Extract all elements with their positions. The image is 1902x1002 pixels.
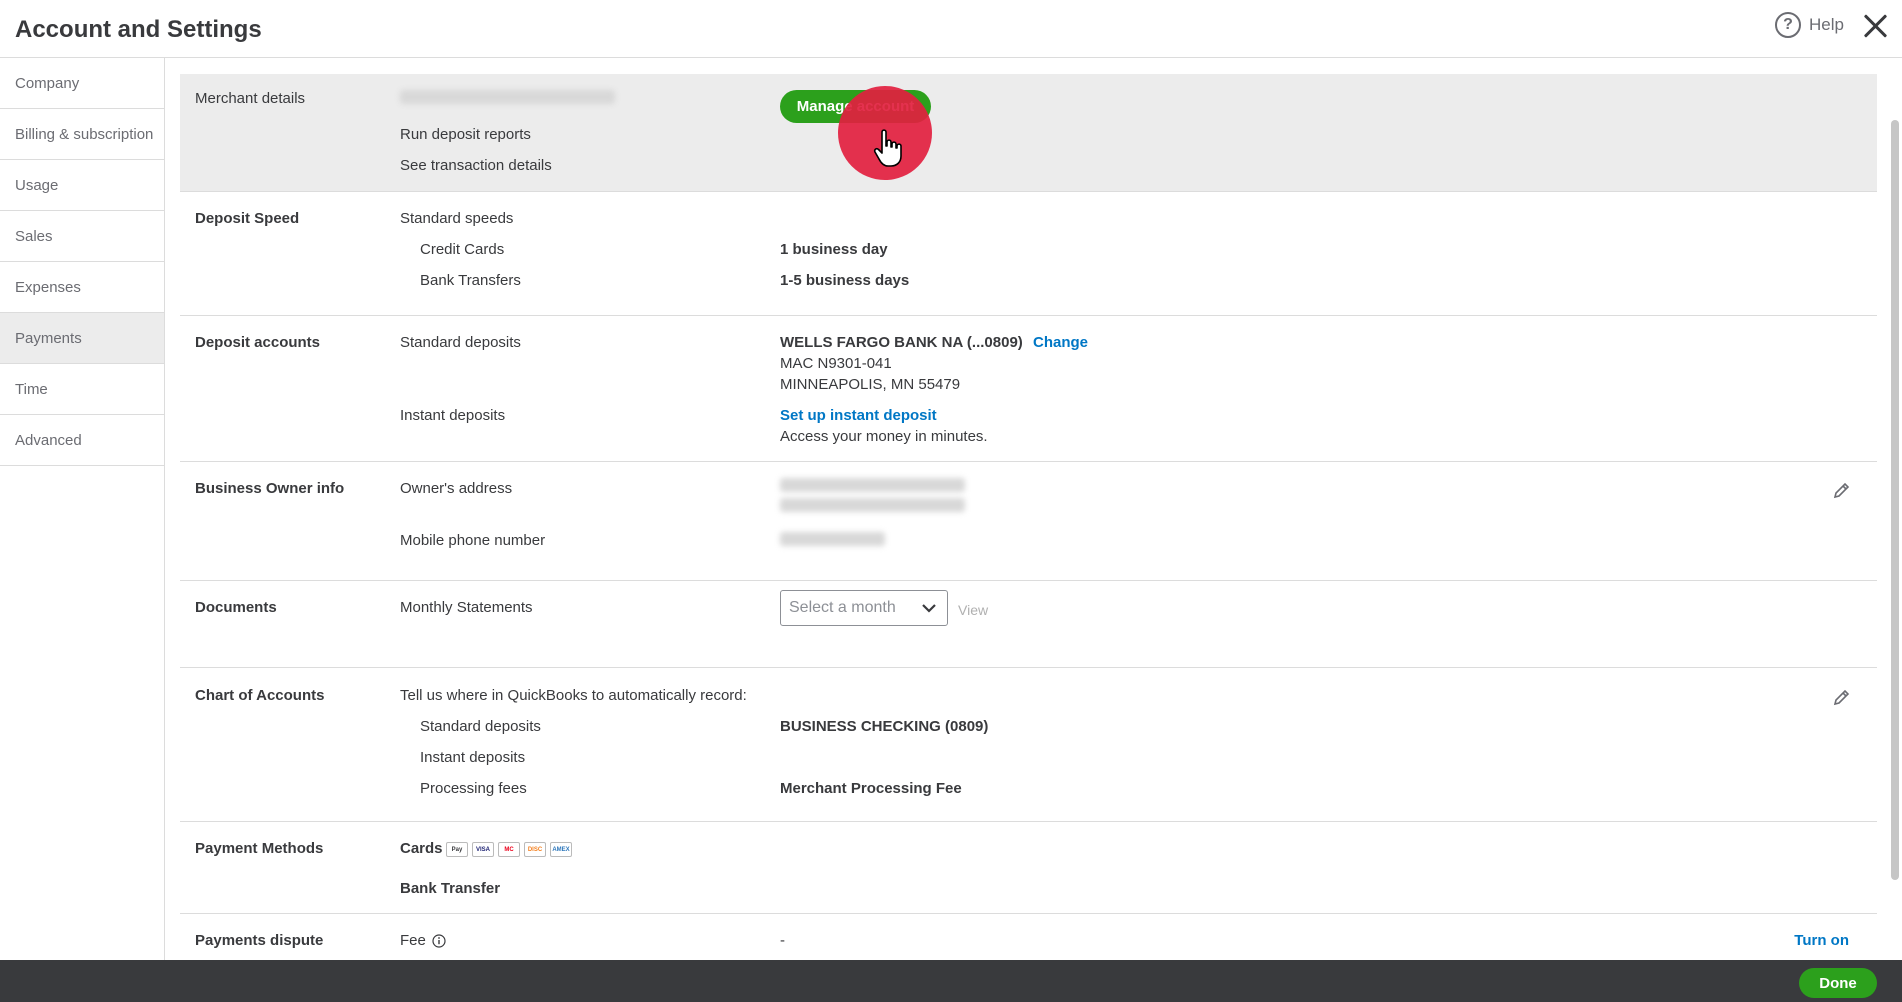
coa-standard-deposits-value: BUSINESS CHECKING (0809)	[780, 718, 989, 735]
section-label: Documents	[195, 599, 277, 616]
owners-address-label: Owner's address	[400, 480, 513, 497]
sidebar-item-advanced[interactable]: Advanced	[0, 415, 164, 466]
payments-dispute-section: Payments dispute Fee - Turn on	[180, 914, 1877, 960]
visa-icon: VISA	[472, 842, 494, 857]
instant-deposits-label: Instant deposits	[400, 407, 506, 424]
business-owner-section: Business Owner info Owner's address Mobi…	[180, 462, 1877, 581]
mobile-phone-label: Mobile phone number	[400, 532, 546, 549]
chart-of-accounts-section: Chart of Accounts Tell us where in Quick…	[180, 668, 1877, 822]
close-icon[interactable]	[1860, 10, 1890, 40]
bank-name-text: WELLS FARGO BANK NA (...0809)	[780, 334, 1023, 351]
chevron-down-icon	[922, 604, 936, 613]
section-label: Payments dispute	[195, 932, 324, 949]
fee-value: -	[780, 932, 785, 949]
deposit-speed-section: Deposit Speed Standard speeds Credit Car…	[180, 192, 1877, 316]
section-label: Chart of Accounts	[195, 687, 325, 704]
scrollbar-track[interactable]	[1887, 58, 1902, 960]
bank-transfer-label: Bank Transfer	[400, 880, 501, 897]
fee-label: Fee	[400, 932, 446, 949]
cards-label: Cards	[400, 840, 443, 857]
standard-deposits-label: Standard deposits	[400, 334, 521, 351]
footer-bar: Done	[0, 960, 1902, 1002]
credit-cards-label: Credit Cards	[420, 241, 505, 258]
access-money-text: Access your money in minutes.	[780, 428, 988, 445]
merchant-id-blurred	[400, 90, 615, 104]
amex-icon: AMEX	[550, 842, 572, 857]
bank-name: WELLS FARGO BANK NA (...0809) Change	[780, 334, 1088, 351]
sidebar-item-payments[interactable]: Payments	[0, 313, 164, 364]
done-button[interactable]: Done	[1799, 968, 1877, 998]
see-transaction-details-link[interactable]: See transaction details	[400, 157, 552, 174]
section-label: Deposit Speed	[195, 210, 300, 227]
help-icon: ?	[1775, 12, 1802, 38]
manage-account-button[interactable]: Manage account	[780, 90, 931, 123]
sidebar-item-usage[interactable]: Usage	[0, 160, 164, 211]
sidebar-item-sales[interactable]: Sales	[0, 211, 164, 262]
owner-phone-blurred	[780, 532, 885, 546]
sidebar: Company Billing & subscription Usage Sal…	[0, 58, 165, 960]
mastercard-icon: MC	[498, 842, 520, 857]
monthly-statements-label: Monthly Statements	[400, 599, 533, 616]
turn-on-link[interactable]: Turn on	[1794, 932, 1849, 949]
bank-transfers-speed: 1-5 business days	[780, 272, 910, 289]
credit-cards-speed: 1 business day	[780, 241, 888, 258]
tell-us-text: Tell us where in QuickBooks to automatic…	[400, 687, 747, 704]
discover-icon: DISC	[524, 842, 546, 857]
merchant-details-section: Merchant details Run deposit reports See…	[180, 74, 1877, 192]
payment-methods-section: Payment Methods Cards Pay VISA MC DISC A…	[180, 822, 1877, 914]
bank-transfers-label: Bank Transfers	[420, 272, 521, 289]
fee-label-text: Fee	[400, 932, 426, 949]
month-select[interactable]: Select a month	[780, 590, 948, 626]
section-label: Payment Methods	[195, 840, 324, 857]
standard-speeds-label: Standard speeds	[400, 210, 514, 227]
coa-processing-fees-label: Processing fees	[420, 780, 527, 797]
month-select-placeholder: Select a month	[789, 599, 896, 616]
help-label: Help	[1809, 15, 1844, 34]
sidebar-item-billing[interactable]: Billing & subscription	[0, 109, 164, 160]
coa-standard-deposits-label: Standard deposits	[420, 718, 541, 735]
edit-pencil-icon[interactable]	[1832, 687, 1852, 707]
section-label: Deposit accounts	[195, 334, 321, 351]
section-label: Business Owner info	[195, 480, 345, 497]
apple-pay-icon: Pay	[446, 842, 468, 857]
owner-address-blurred-2	[780, 498, 965, 512]
deposit-accounts-section: Deposit accounts Standard deposits WELLS…	[180, 316, 1877, 462]
view-statement-link[interactable]: View	[958, 602, 988, 618]
run-deposit-reports-link[interactable]: Run deposit reports	[400, 126, 531, 143]
edit-pencil-icon[interactable]	[1832, 480, 1852, 500]
page-title: Account and Settings	[15, 16, 262, 43]
section-label: Merchant details	[195, 90, 306, 107]
owner-address-blurred	[780, 478, 965, 492]
coa-processing-fees-value: Merchant Processing Fee	[780, 780, 962, 797]
documents-section: Documents Monthly Statements Select a mo…	[180, 581, 1877, 668]
coa-instant-deposits-label: Instant deposits	[420, 749, 526, 766]
info-icon[interactable]	[432, 933, 446, 948]
sidebar-item-time[interactable]: Time	[0, 364, 164, 415]
sidebar-item-expenses[interactable]: Expenses	[0, 262, 164, 313]
cards-label-text: Cards	[400, 840, 443, 857]
sidebar-item-company[interactable]: Company	[0, 58, 164, 109]
card-brand-icons: Pay VISA MC DISC AMEX	[446, 842, 572, 857]
help-button[interactable]: ? Help	[1775, 12, 1844, 38]
bank-address-line2: MAC N9301-041	[780, 355, 892, 372]
scrollbar-thumb[interactable]	[1891, 120, 1899, 880]
hand-cursor-icon	[873, 129, 902, 167]
change-bank-link[interactable]: Change	[1033, 334, 1088, 351]
setup-instant-deposit-link[interactable]: Set up instant deposit	[780, 407, 937, 424]
top-bar: Account and Settings ? Help	[0, 0, 1902, 58]
bank-address-line3: MINNEAPOLIS, MN 55479	[780, 376, 961, 393]
main-content: Merchant details Run deposit reports See…	[165, 58, 1887, 960]
